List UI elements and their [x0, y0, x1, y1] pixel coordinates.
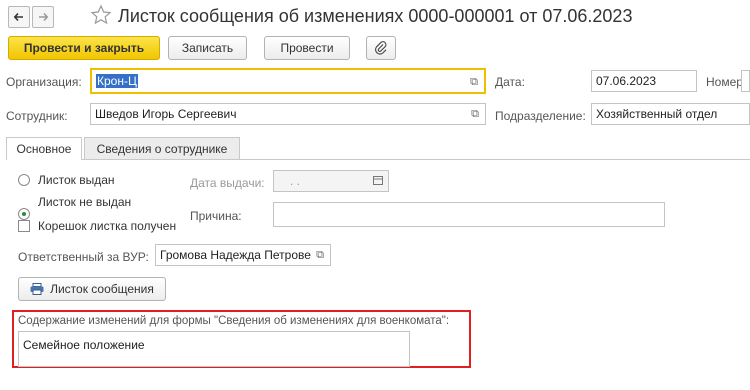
- reason-label: Причина:: [190, 209, 242, 223]
- stub-received-checkbox[interactable]: [18, 220, 30, 232]
- arrow-right-icon: [39, 12, 49, 22]
- radio-not-issued[interactable]: [18, 208, 30, 220]
- paperclip-icon: [375, 41, 387, 55]
- favorite-star-icon[interactable]: [90, 4, 112, 26]
- employee-value: Шведов Игорь Сергеевич: [95, 107, 237, 121]
- print-notice-label: Листок сообщения: [50, 282, 154, 296]
- back-button[interactable]: [8, 6, 30, 28]
- issue-date-value: . .: [290, 174, 301, 188]
- print-notice-button[interactable]: Листок сообщения: [18, 277, 166, 301]
- tab-employee-info[interactable]: Сведения о сотруднике: [84, 137, 240, 159]
- radio-not-issued-label: Листок не выдан: [38, 195, 132, 209]
- content-value: Семейное положение: [23, 338, 145, 352]
- open-icon[interactable]: ⧉: [468, 107, 482, 121]
- attach-button[interactable]: [366, 36, 396, 60]
- printer-icon: [30, 283, 44, 295]
- issue-date-label: Дата выдачи:: [190, 176, 265, 190]
- number-field[interactable]: [741, 70, 750, 92]
- tab-main[interactable]: Основное: [6, 137, 82, 160]
- responsible-label: Ответственный за ВУР:: [18, 250, 149, 264]
- department-label: Подразделение:: [495, 109, 586, 123]
- responsible-field[interactable]: Громова Надежда Петрове ⧉: [155, 244, 331, 266]
- save-button[interactable]: Записать: [168, 36, 247, 60]
- post-and-close-button[interactable]: Провести и закрыть: [8, 36, 160, 60]
- radio-issued-label: Листок выдан: [38, 173, 115, 187]
- stub-received-label: Корешок листка получен: [38, 219, 177, 233]
- responsible-value: Громова Надежда Петрове: [160, 248, 311, 262]
- arrow-left-icon: [13, 12, 23, 22]
- organization-value: Крон-Ц: [96, 74, 138, 88]
- employee-label: Сотрудник:: [6, 109, 68, 123]
- department-value: Хозяйственный отдел: [596, 107, 718, 121]
- date-field[interactable]: 07.06.2023: [591, 70, 697, 92]
- open-icon[interactable]: ⧉: [313, 248, 327, 262]
- open-icon[interactable]: ⧉: [467, 75, 481, 89]
- content-textarea[interactable]: Семейное положение: [18, 331, 410, 367]
- department-field[interactable]: Хозяйственный отдел: [591, 103, 750, 125]
- post-button[interactable]: Провести: [264, 36, 350, 60]
- forward-button[interactable]: [32, 6, 54, 28]
- organization-label: Организация:: [6, 75, 82, 89]
- tab-strip-line: [6, 159, 750, 160]
- date-label: Дата:: [495, 75, 525, 89]
- organization-field[interactable]: Крон-Ц ⧉: [90, 68, 486, 94]
- employee-field[interactable]: Шведов Игорь Сергеевич ⧉: [90, 103, 486, 125]
- content-label: Содержание изменений для формы "Сведения…: [18, 315, 450, 327]
- reason-field[interactable]: [273, 202, 665, 227]
- radio-issued[interactable]: [18, 174, 30, 186]
- page-title: Листок сообщения об изменениях 0000-0000…: [118, 6, 633, 26]
- issue-date-field[interactable]: . .: [273, 170, 389, 192]
- calendar-icon[interactable]: [371, 174, 385, 188]
